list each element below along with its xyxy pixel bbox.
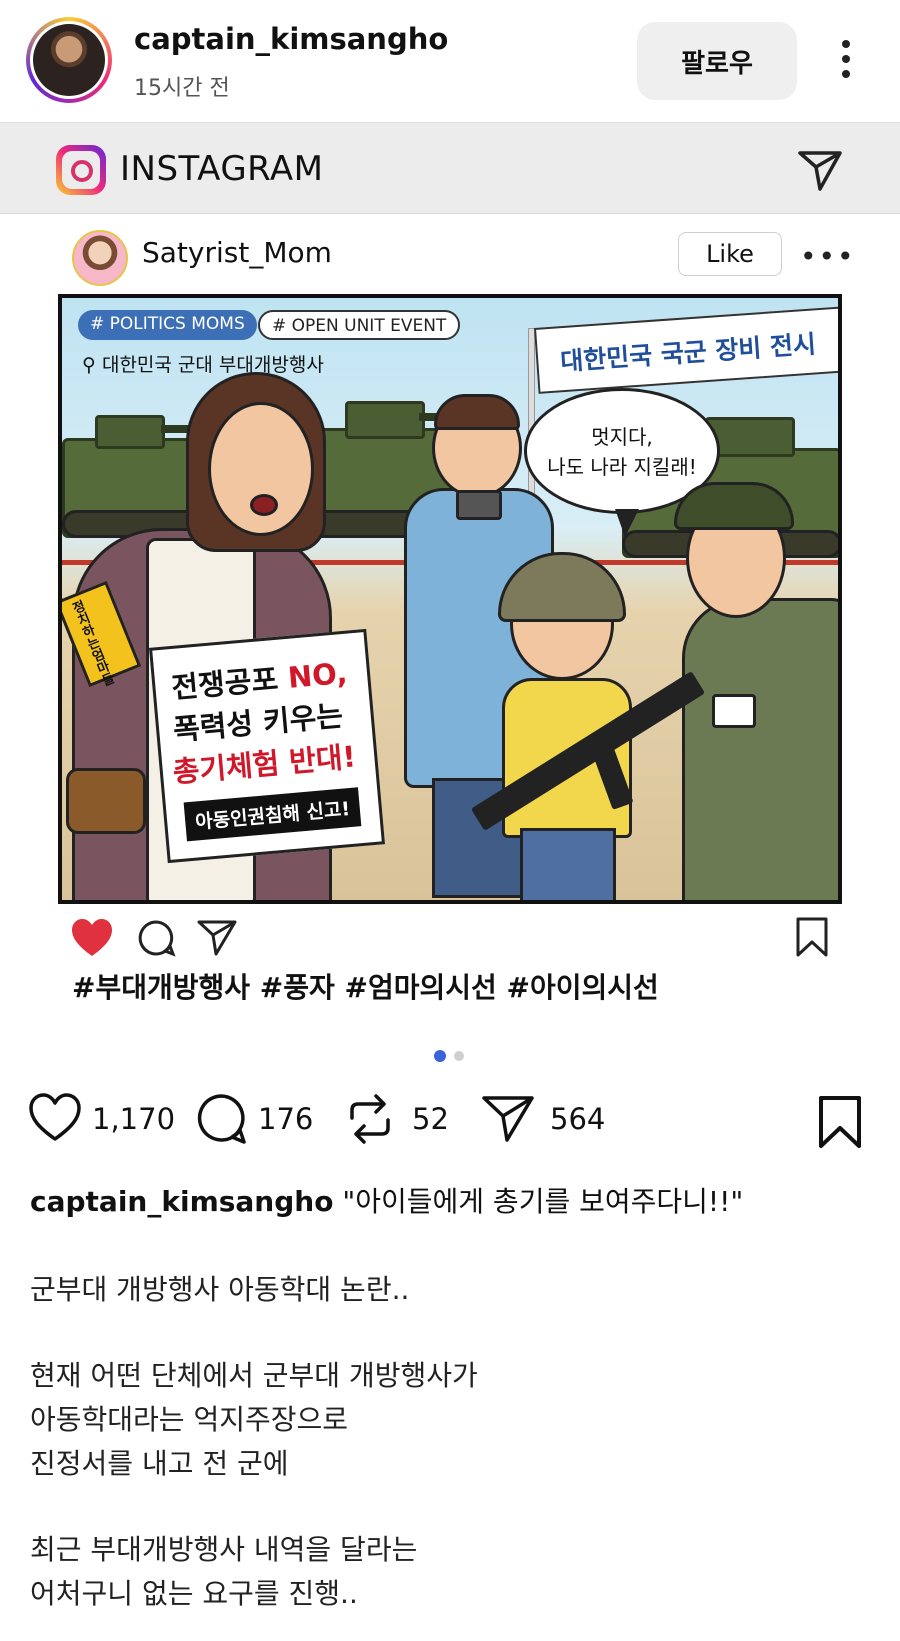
korean-flag-patch	[712, 694, 756, 728]
embedded-bookmark-icon	[796, 917, 828, 957]
embedded-send-icon	[197, 920, 237, 956]
comic-illustration[interactable]: # POLITICS MOMS # OPEN UNIT EVENT ⚲ 대한민국…	[58, 294, 842, 904]
post-time: 15시간 전	[134, 76, 230, 101]
comic-tag-politics: # POLITICS MOMS	[78, 310, 257, 340]
heart-icon	[29, 1093, 81, 1141]
carousel-dot-active[interactable]	[434, 1050, 446, 1062]
embedded-app-title: INSTAGRAM	[120, 149, 324, 189]
avatar-photo	[33, 24, 105, 96]
post-header: captain_kimsangho 15시간 전 팔로우	[0, 0, 900, 120]
embedded-heart-filled-icon	[72, 919, 112, 956]
like-count: 1,170	[92, 1102, 176, 1136]
caption-line-4: 진정서를 내고 전 군에	[30, 1447, 289, 1480]
caption-line-5: 최근 부대개방행사 내역을 달라는	[30, 1533, 418, 1566]
share-count: 564	[550, 1102, 606, 1136]
author-username[interactable]: captain_kimsangho	[134, 22, 448, 56]
location-pin-icon: ⚲	[82, 354, 102, 376]
send-icon	[798, 151, 842, 191]
more-options-icon[interactable]	[836, 40, 856, 86]
author-avatar[interactable]	[26, 17, 112, 103]
bookmark-icon[interactable]	[816, 1094, 864, 1150]
send-share-icon	[482, 1096, 534, 1142]
carousel-dot[interactable]	[454, 1051, 464, 1061]
embedded-more-icon: •••	[800, 240, 856, 273]
embedded-comment-icon	[138, 920, 176, 957]
repost-count: 52	[412, 1102, 449, 1136]
share-button[interactable]: 564	[480, 1092, 620, 1148]
embedded-username: Satyrist_Mom	[142, 236, 332, 269]
embedded-hashtags: #부대개방행사 #풍자 #엄마의시선 #아이의시선	[72, 971, 659, 1004]
like-button[interactable]: 1,170	[28, 1092, 188, 1148]
caption-line-6: 어처구니 없는 요구를 진행..	[30, 1577, 358, 1610]
comic-banner: 대한민국 국군 장비 전시	[534, 305, 838, 394]
caption-line-2: 현재 어떤 단체에서 군부대 개방행사가	[30, 1359, 478, 1392]
caption-quote: "아이들에게 총기를 보여주다니!!"	[333, 1185, 744, 1218]
comment-icon	[197, 1094, 246, 1144]
repost-button[interactable]: 52	[344, 1092, 464, 1148]
embedded-app-bar: INSTAGRAM	[0, 122, 900, 214]
comment-button[interactable]: 176	[194, 1092, 314, 1148]
caption-line-1: 군부대 개방행사 아동학대 논란..	[30, 1273, 410, 1306]
instagram-logo-icon	[56, 145, 106, 195]
caption-line-3: 아동학대라는 억지주장으로	[30, 1403, 349, 1436]
comic-location: ⚲ 대한민국 군대 부대개방행사	[82, 354, 324, 376]
comment-count: 176	[258, 1102, 314, 1136]
protest-sign: 전쟁공포 NO, 폭력성 키우는 총기체험 반대! 아동인권침해 신고!	[149, 628, 385, 864]
embedded-avatar	[72, 230, 128, 286]
mother-open-mouth	[250, 494, 278, 516]
caption-username[interactable]: captain_kimsangho	[30, 1185, 333, 1218]
embedded-like-button: Like	[678, 232, 782, 276]
comic-tag-open-unit: # OPEN UNIT EVENT	[258, 310, 461, 340]
tank-left	[62, 415, 221, 538]
repost-icon	[350, 1094, 390, 1144]
follow-button[interactable]: 팔로우	[637, 22, 797, 100]
caption-header: captain_kimsangho "아이들에게 총기를 보여주다니!!"	[30, 1180, 743, 1220]
